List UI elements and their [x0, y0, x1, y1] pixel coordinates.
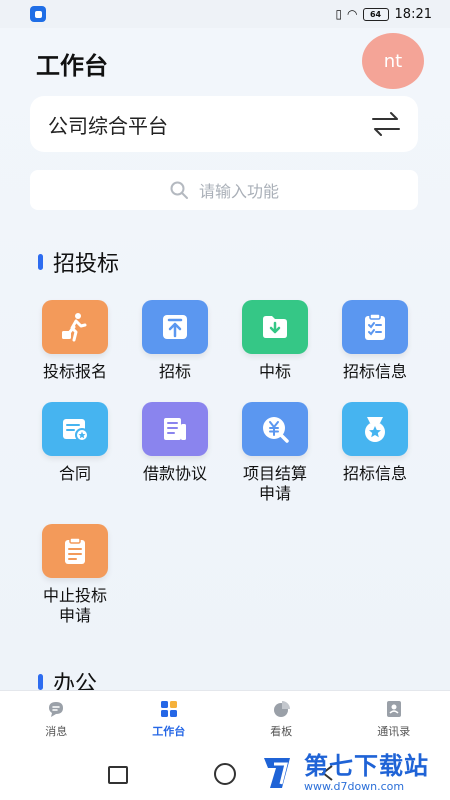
section-title-bidding: 招投标 [38, 246, 119, 278]
grid-item-project-settlement[interactable]: 项目结算 申请 [230, 402, 320, 504]
grid-item-label: 借款协议 [142, 464, 207, 483]
grid-item-label: 招标信息 [342, 464, 407, 483]
grid-item-tender-info-2[interactable]: 招标信息 [330, 402, 420, 484]
pie-chart-icon [274, 700, 291, 717]
workbench-content[interactable]: 工作台 nt 公司综合平台 请输入功能 招投标 投标报名 招标 中标 招标信息 … [0, 28, 450, 690]
grid-item-label: 投标报名 [42, 362, 107, 381]
upload-tray-icon [163, 315, 187, 339]
tile-winning-bid [242, 300, 308, 354]
grid-item-winning-bid[interactable]: 中标 [230, 300, 320, 382]
grid-item-label: 招标信息 [342, 362, 407, 381]
bottom-tab-bar: 消息 工作台 看板 通讯录 [0, 690, 450, 746]
grid-tiles-icon [160, 700, 177, 717]
tile-loan-agreement [142, 402, 208, 456]
wifi-icon: ◠ [347, 7, 358, 21]
star-medal-icon [365, 417, 385, 442]
tab-label: 看板 [270, 724, 293, 738]
clipboard-text-icon [65, 537, 85, 564]
tab-messages[interactable]: 消息 [0, 691, 113, 746]
section-marker [38, 254, 43, 270]
grid-item-label: 中止投标 申请 [42, 586, 107, 625]
folder-download-icon [263, 316, 287, 338]
grid-item-tender-info[interactable]: 招标信息 [330, 300, 420, 382]
contract-badge-icon [63, 419, 89, 442]
grid-item-label: 合同 [58, 464, 91, 483]
tab-workbench[interactable]: 工作台 [113, 691, 226, 746]
grid-item-bid-registration[interactable]: 投标报名 [30, 300, 120, 382]
section-title-office: 办公 [38, 666, 97, 690]
grid-item-tender[interactable]: 招标 [130, 300, 220, 382]
avatar[interactable]: nt [362, 33, 424, 89]
tab-dashboard[interactable]: 看板 [225, 691, 338, 746]
watermark-url: www.d7down.com [304, 780, 405, 793]
page-title: 工作台 [36, 52, 108, 80]
company-name: 公司综合平台 [48, 113, 168, 138]
tile-tender [142, 300, 208, 354]
watermark-brand: 第七下载站 [304, 752, 429, 780]
grid-item-contract[interactable]: 合同 [30, 402, 120, 484]
section-title-text: 招投标 [53, 252, 120, 277]
watermark-logo-icon [264, 758, 290, 788]
grid-item-loan-agreement[interactable]: 借款协议 [130, 402, 220, 484]
grid-item-stop-bid-application[interactable]: 中止投标 申请 [30, 524, 120, 626]
contacts-book-icon [386, 700, 401, 717]
section-title-text: 办公 [53, 672, 98, 690]
avatar-initials: nt [383, 50, 403, 72]
tile-tender-info [342, 300, 408, 354]
walking-person-icon [62, 313, 87, 342]
search-input[interactable]: 请输入功能 [30, 170, 418, 210]
tile-tender-info-2 [342, 402, 408, 456]
document-lines-icon [164, 418, 186, 440]
grid-item-label: 中标 [258, 362, 291, 381]
battery-level: 64 [369, 9, 382, 19]
tab-label: 工作台 [152, 724, 186, 738]
tile-project-settlement [242, 402, 308, 456]
message-bubble-icon [49, 701, 64, 717]
clipboard-list-icon [365, 313, 385, 340]
home-button[interactable] [214, 763, 236, 785]
battery-icon: 64 [362, 7, 389, 21]
grid-item-label: 项目结算 申请 [242, 464, 307, 503]
switch-arrows-icon[interactable] [370, 111, 402, 137]
vibrate-icon: ▯ [335, 7, 342, 21]
section-marker [38, 674, 43, 690]
grid-item-label: 招标 [158, 362, 191, 381]
watermark: 第七下载站 www.d7down.com [260, 746, 446, 800]
search-placeholder: 请输入功能 [198, 182, 279, 201]
tile-bid-registration [42, 300, 108, 354]
app-notification-icon [30, 6, 46, 22]
search-icon [170, 181, 188, 199]
company-selector[interactable]: 公司综合平台 [30, 96, 418, 152]
status-bar: ▯ ◠ 64 18:21 [0, 0, 450, 28]
clock: 18:21 [394, 6, 432, 22]
tab-contacts[interactable]: 通讯录 [338, 691, 450, 746]
tile-stop-bid-application [42, 524, 108, 578]
tile-contract [42, 402, 108, 456]
tab-label: 消息 [45, 724, 68, 738]
tab-label: 通讯录 [377, 724, 411, 738]
recent-apps-button[interactable] [108, 766, 128, 784]
yuan-search-icon [263, 417, 289, 443]
